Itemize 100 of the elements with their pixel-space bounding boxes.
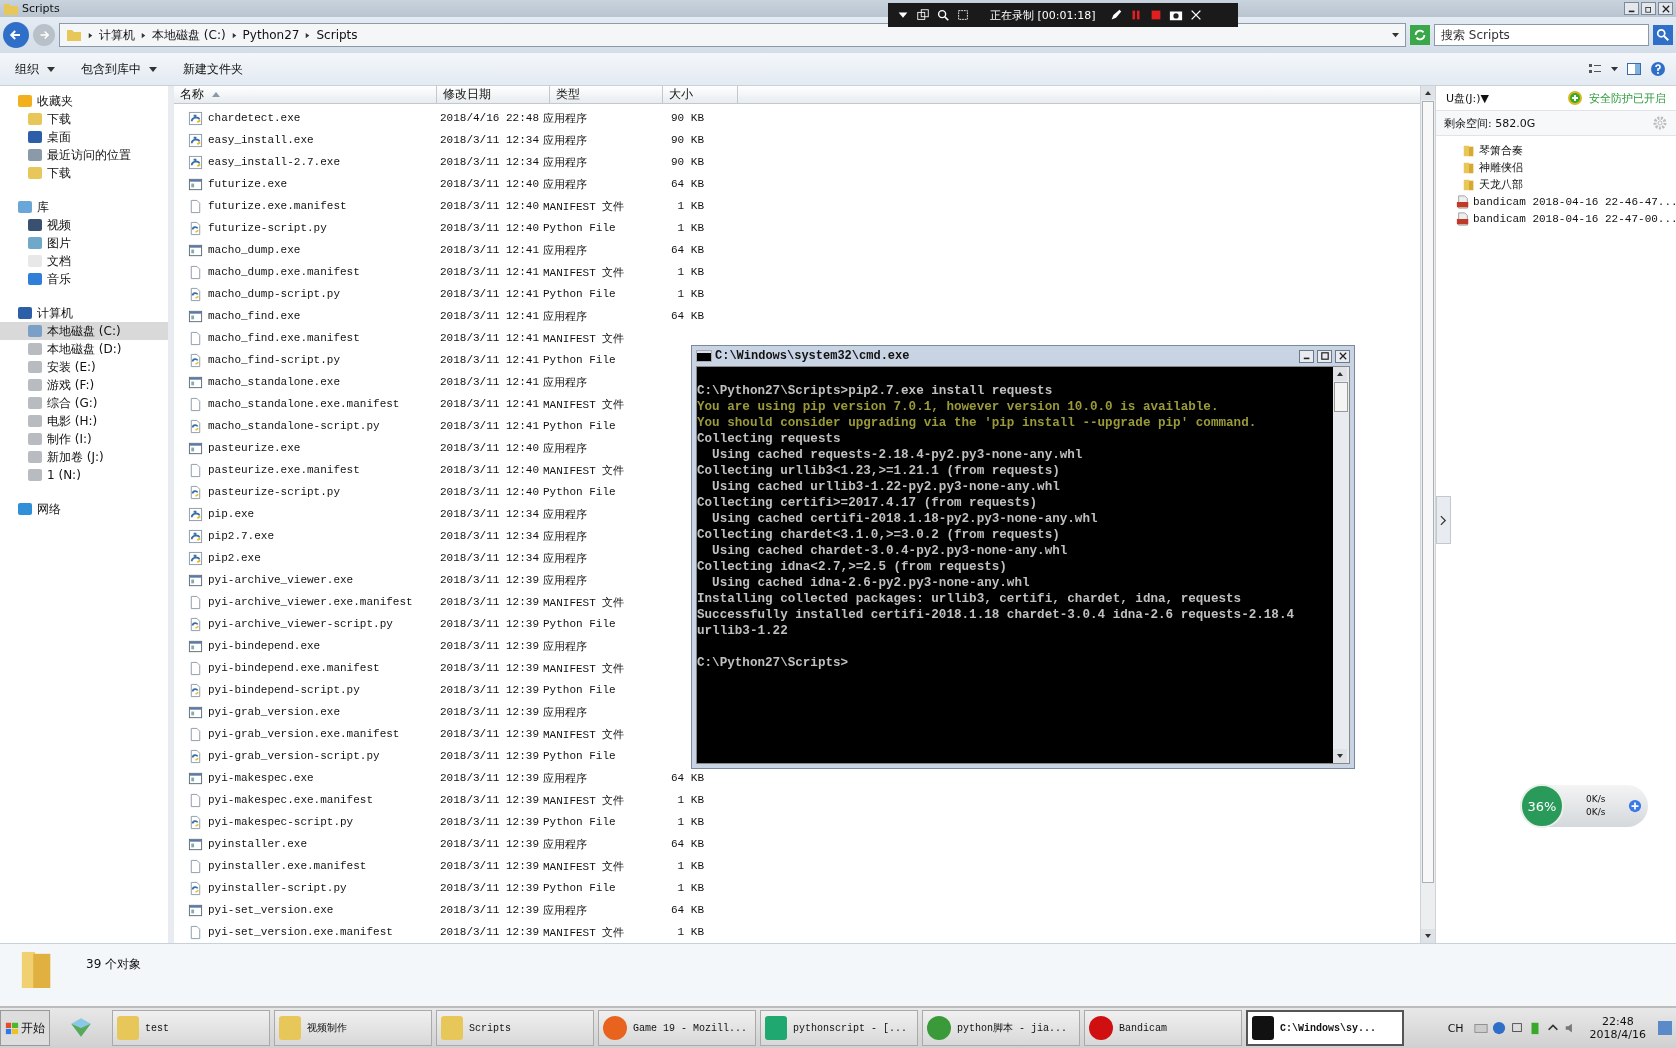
breadcrumb[interactable]: 本地磁盘 (C:) bbox=[152, 26, 226, 44]
file-name[interactable]: futurize.exe.manifest bbox=[208, 200, 347, 212]
back-button[interactable] bbox=[3, 22, 29, 48]
crop-icon[interactable] bbox=[956, 8, 970, 22]
column-header[interactable]: 修改日期 bbox=[437, 86, 550, 103]
file-name[interactable]: pyi-set_version.exe bbox=[208, 904, 334, 916]
taskbar-button[interactable]: C:\Windows\sy... bbox=[1246, 1010, 1404, 1046]
taskbar-button[interactable]: Game 19 - Mozill... bbox=[598, 1010, 756, 1046]
file-name[interactable]: pyi-makespec.exe bbox=[208, 772, 314, 784]
file-name[interactable]: pyinstaller-script.py bbox=[208, 882, 347, 894]
scrollbar[interactable] bbox=[1333, 367, 1349, 763]
dropdown-icon[interactable] bbox=[1392, 31, 1399, 39]
toolbar-button[interactable]: 新建文件夹 bbox=[178, 57, 248, 81]
file-item[interactable]: bandicam 2018-04-16 22-47-00... bbox=[1473, 212, 1676, 225]
file-item[interactable]: 天龙八部 bbox=[1479, 177, 1523, 192]
nav-item[interactable]: 游戏 (F:) bbox=[0, 376, 168, 394]
file-name[interactable]: pyi-archive_viewer-script.py bbox=[208, 618, 393, 630]
breadcrumb[interactable]: 计算机 bbox=[99, 26, 135, 44]
file-name[interactable]: easy_install.exe bbox=[208, 134, 314, 146]
breadcrumb[interactable]: Scripts bbox=[316, 28, 358, 42]
file-name[interactable]: macho_dump.exe.manifest bbox=[208, 266, 360, 278]
file-name[interactable]: pip2.exe bbox=[208, 552, 261, 564]
file-name[interactable]: pyi-grab_version-script.py bbox=[208, 750, 380, 762]
file-name[interactable]: macho_find.exe.manifest bbox=[208, 332, 360, 344]
file-name[interactable]: pasteurize-script.py bbox=[208, 486, 341, 498]
search-field[interactable]: 搜索 Scripts bbox=[1434, 24, 1649, 46]
toolbar-button[interactable]: 包含到库中 bbox=[76, 57, 162, 81]
nav-item[interactable]: 库 bbox=[18, 198, 168, 216]
windows-icon[interactable] bbox=[916, 8, 930, 22]
help-icon[interactable] bbox=[1650, 61, 1666, 77]
nav-item[interactable]: 图片 bbox=[0, 234, 168, 252]
breadcrumb[interactable]: Python27 bbox=[242, 28, 300, 42]
maximize-button[interactable] bbox=[1317, 349, 1332, 363]
minimize-button[interactable] bbox=[1299, 349, 1314, 363]
file-name[interactable]: pyi-archive_viewer.exe.manifest bbox=[208, 596, 413, 608]
refresh-button[interactable] bbox=[1410, 25, 1430, 45]
taskbar-button[interactable]: pythonscript - [... bbox=[760, 1010, 918, 1046]
nav-item[interactable]: 文档 bbox=[0, 252, 168, 270]
search-button[interactable] bbox=[1653, 25, 1673, 45]
scroll-up-icon[interactable] bbox=[1421, 86, 1435, 100]
nav-item[interactable]: 综合 (G:) bbox=[0, 394, 168, 412]
column-header[interactable]: 名称 bbox=[174, 86, 437, 103]
taskbar-button[interactable]: Bandicam bbox=[1084, 1010, 1242, 1046]
nav-item[interactable]: 网络 bbox=[18, 500, 168, 518]
file-name[interactable]: macho_standalone.exe.manifest bbox=[208, 398, 400, 410]
expand-panel-button[interactable] bbox=[1436, 496, 1451, 544]
nav-item[interactable]: 最近访问的位置 bbox=[0, 146, 168, 164]
dropdown-icon[interactable] bbox=[1611, 65, 1618, 73]
plus-icon[interactable] bbox=[1628, 799, 1642, 813]
nav-item[interactable]: 本地磁盘 (D:) bbox=[0, 340, 168, 358]
file-name[interactable]: pasteurize.exe.manifest bbox=[208, 464, 360, 476]
file-name[interactable]: pip2.7.exe bbox=[208, 530, 274, 542]
file-name[interactable]: pyi-grab_version.exe bbox=[208, 706, 341, 718]
start-button[interactable]: 开始 bbox=[0, 1010, 50, 1046]
file-name[interactable]: macho_standalone-script.py bbox=[208, 420, 380, 432]
file-name[interactable]: pyi-makespec.exe.manifest bbox=[208, 794, 374, 806]
nav-item[interactable]: 计算机 bbox=[18, 304, 168, 322]
nav-item[interactable]: 新加卷 (J:) bbox=[0, 448, 168, 466]
file-name[interactable]: pyi-archive_viewer.exe bbox=[208, 574, 354, 586]
scroll-thumb[interactable] bbox=[1334, 382, 1348, 412]
nav-item[interactable]: 视频 bbox=[0, 216, 168, 234]
taskbar-button[interactable]: python脚本 - jia... bbox=[922, 1010, 1080, 1046]
restore-button[interactable] bbox=[1641, 2, 1656, 15]
file-name[interactable]: macho_dump.exe bbox=[208, 244, 301, 256]
file-name[interactable]: pyi-bindepend-script.py bbox=[208, 684, 360, 696]
file-name[interactable]: pyinstaller.exe bbox=[208, 838, 308, 850]
scroll-down-icon[interactable] bbox=[1333, 749, 1347, 763]
file-name[interactable]: pyi-bindepend.exe.manifest bbox=[208, 662, 380, 674]
file-name[interactable]: pasteurize.exe bbox=[208, 442, 301, 454]
address-bar[interactable]: 计算机 本地磁盘 (C:) Python27 Scripts bbox=[59, 23, 1406, 47]
nav-item[interactable]: 音乐 bbox=[0, 270, 168, 288]
nav-item[interactable]: 收藏夹 bbox=[18, 92, 168, 110]
file-name[interactable]: macho_find.exe bbox=[208, 310, 301, 322]
language-indicator[interactable]: CH bbox=[1447, 1021, 1464, 1035]
help-icon[interactable] bbox=[1491, 1021, 1506, 1035]
nav-item[interactable]: 下载 bbox=[0, 164, 168, 182]
column-header[interactable]: 大小 bbox=[663, 86, 738, 103]
close-button[interactable] bbox=[1658, 2, 1673, 15]
clock[interactable]: 22:48 2018/4/16 bbox=[1589, 1015, 1646, 1041]
file-name[interactable]: pyinstaller.exe.manifest bbox=[208, 860, 367, 872]
file-name[interactable]: easy_install-2.7.exe bbox=[208, 156, 341, 168]
file-item[interactable]: 神雕侠侣 bbox=[1479, 160, 1523, 175]
nav-item[interactable]: 下载 bbox=[0, 110, 168, 128]
scrollbar[interactable] bbox=[1420, 86, 1435, 943]
file-name[interactable]: pyi-bindepend.exe bbox=[208, 640, 321, 652]
file-item[interactable]: bandicam 2018-04-16 22-46-47... bbox=[1473, 195, 1676, 208]
file-item[interactable]: 琴箫合奏 bbox=[1479, 143, 1523, 158]
nav-item[interactable]: 安装 (E:) bbox=[0, 358, 168, 376]
file-name[interactable]: pip.exe bbox=[208, 508, 255, 520]
toolbar-button[interactable]: 组织 bbox=[10, 57, 60, 81]
file-name[interactable]: chardetect.exe bbox=[208, 112, 301, 124]
file-name[interactable]: futurize.exe bbox=[208, 178, 288, 190]
file-name[interactable]: macho_find-script.py bbox=[208, 354, 341, 366]
nav-item[interactable]: 本地磁盘 (C:) bbox=[0, 322, 168, 340]
close-button[interactable] bbox=[1335, 349, 1350, 363]
scroll-down-icon[interactable] bbox=[1421, 929, 1435, 943]
nav-item[interactable]: 制作 (I:) bbox=[0, 430, 168, 448]
search-icon[interactable] bbox=[936, 8, 950, 22]
file-name[interactable]: pyi-set_version.exe.manifest bbox=[208, 926, 393, 938]
taskbar-button[interactable]: test bbox=[112, 1010, 270, 1046]
